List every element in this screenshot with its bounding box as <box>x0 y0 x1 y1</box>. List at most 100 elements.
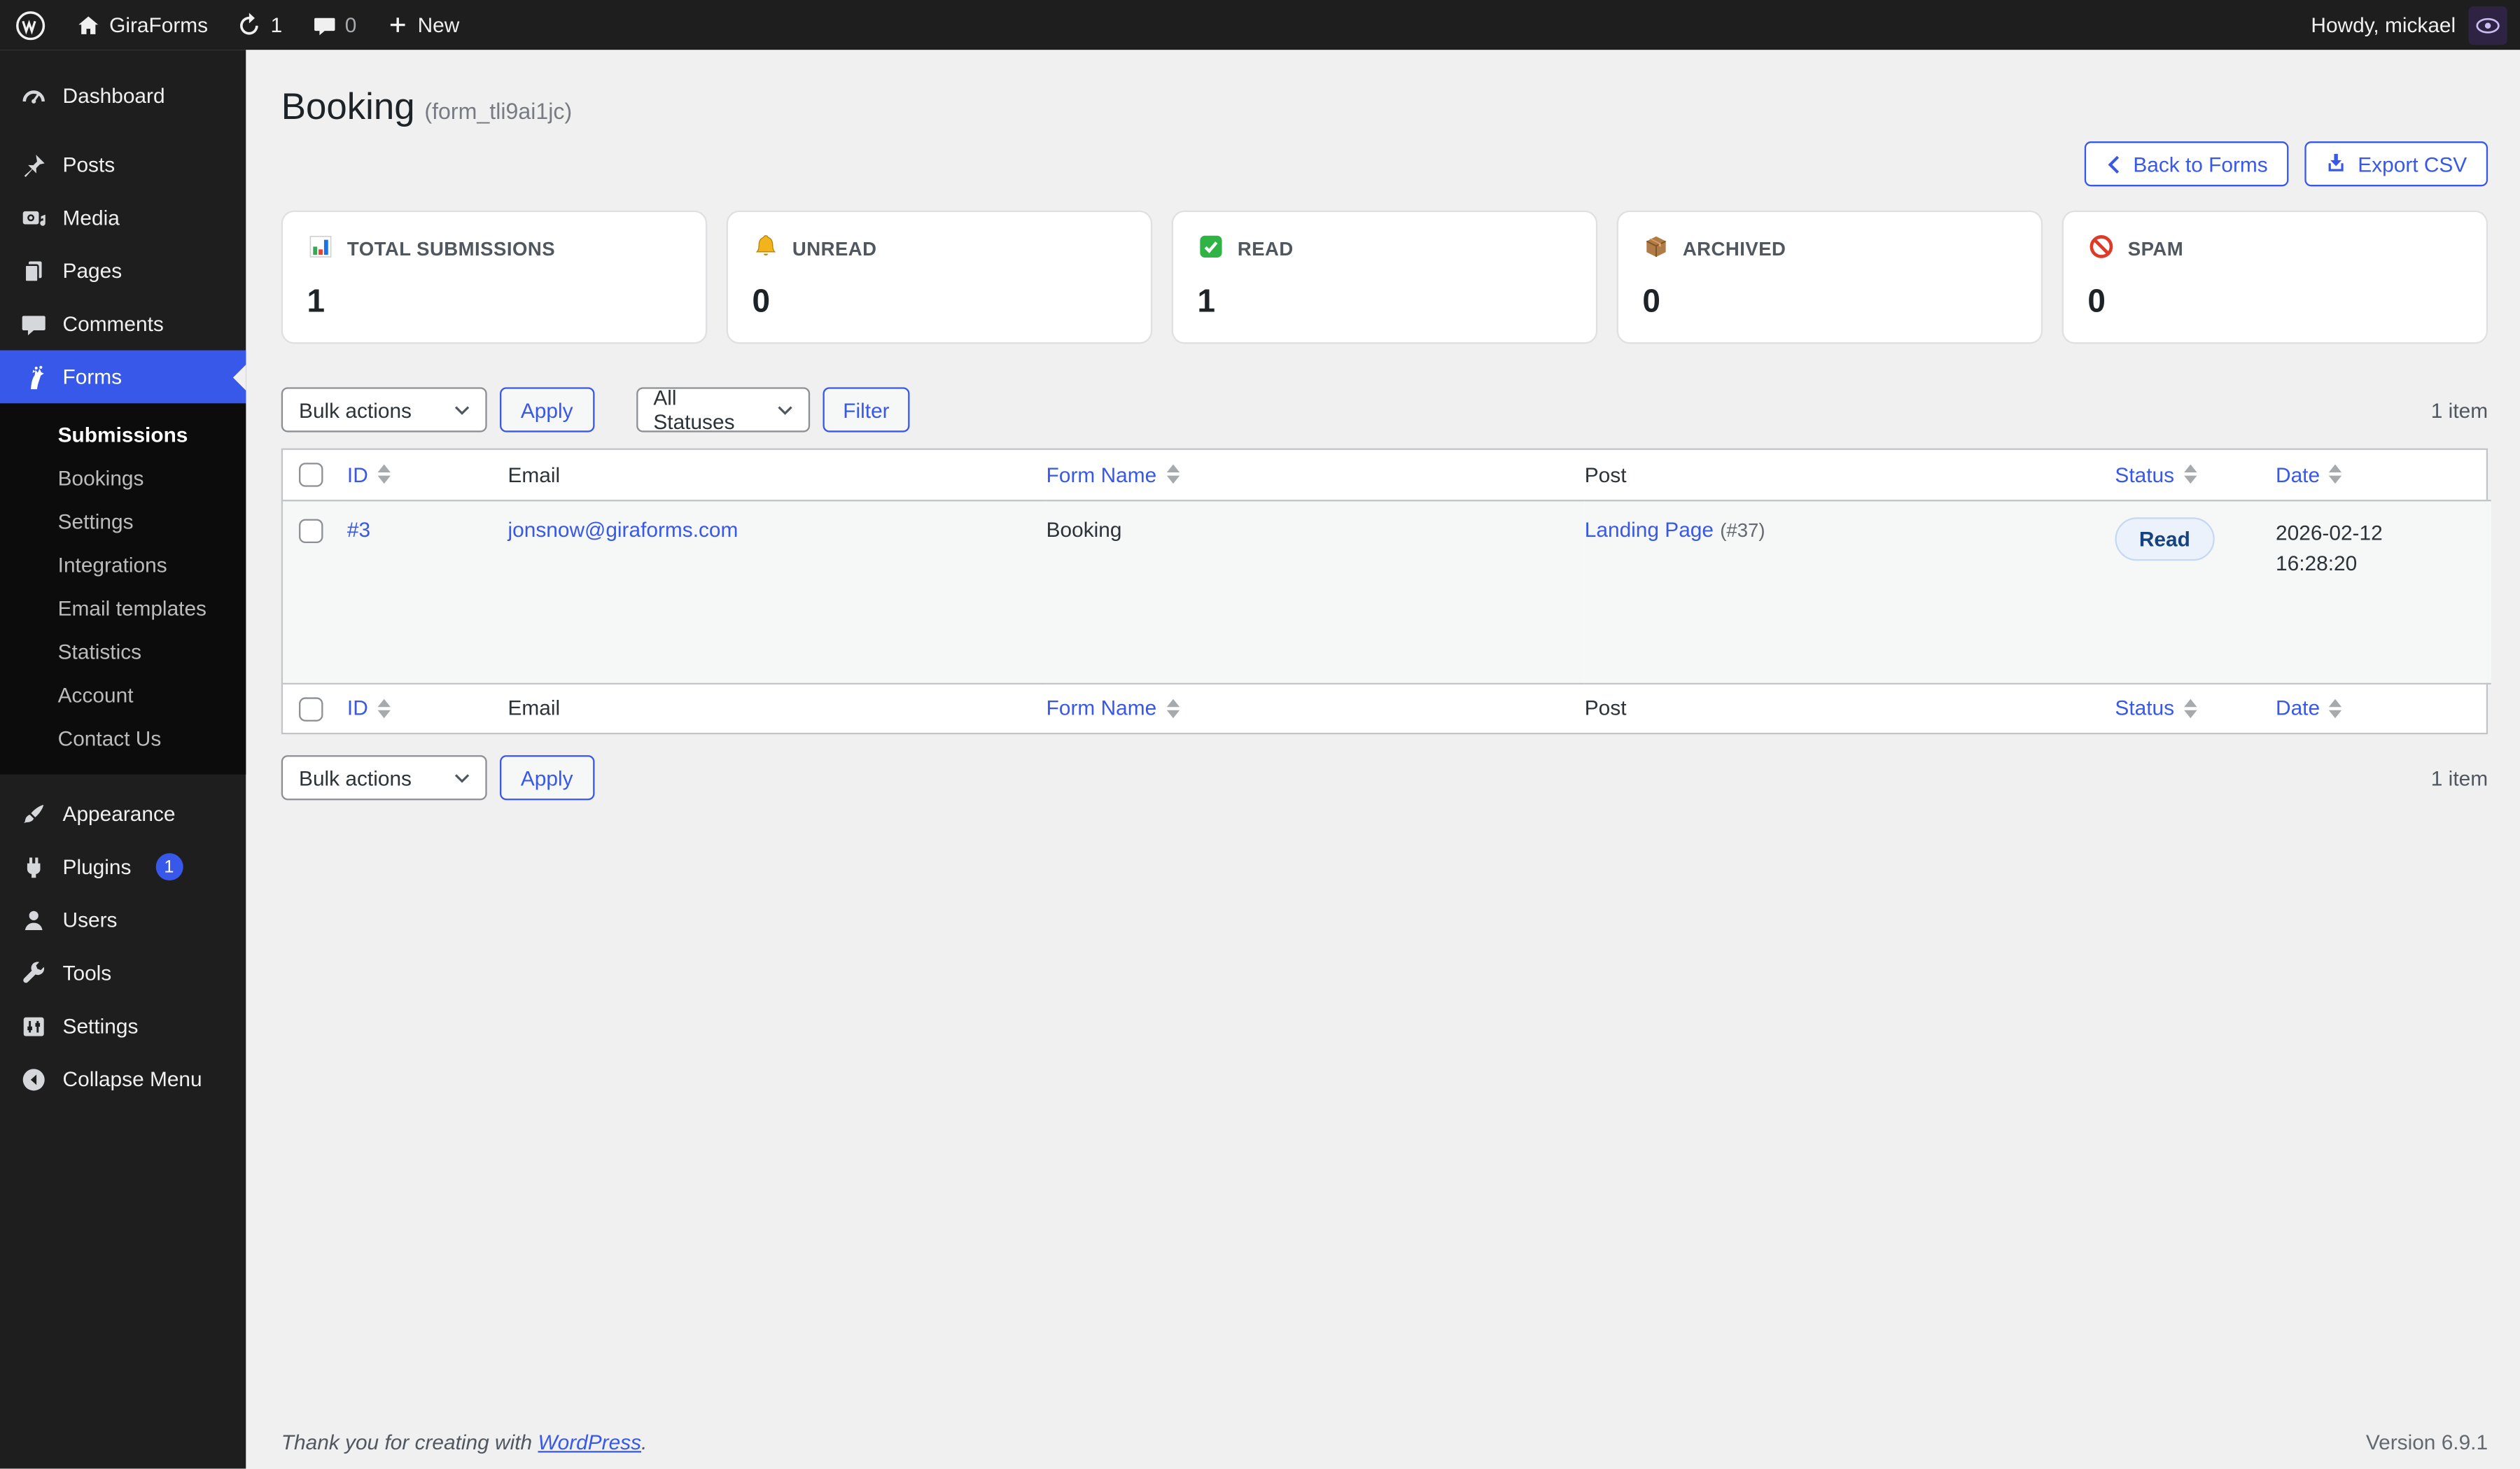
sidebar-item-label: Collapse Menu <box>63 1067 202 1090</box>
bell-icon <box>752 233 779 265</box>
bulk-actions-value: Bulk actions <box>299 398 412 421</box>
sidebar-item-users[interactable]: Users <box>0 894 246 947</box>
back-to-forms-button[interactable]: Back to Forms <box>2085 141 2288 186</box>
sidebar-item-label: Settings <box>63 1014 139 1038</box>
item-count: 1 item <box>2431 766 2488 789</box>
wordpress-link[interactable]: WordPress <box>538 1430 641 1454</box>
sort-by-date[interactable]: Date <box>2276 692 2342 724</box>
submenu-label: Settings <box>58 509 134 533</box>
chevron-down-icon <box>776 404 793 415</box>
status-badge: Read <box>2115 516 2214 560</box>
sidebar-item-dashboard[interactable]: Dashboard <box>0 69 246 122</box>
sort-arrows-icon <box>378 458 391 491</box>
submenu-item-contact-us[interactable]: Contact Us <box>0 717 246 760</box>
submission-form-name: Booking <box>1046 516 1122 540</box>
wrench-icon <box>20 959 48 987</box>
stat-value: 0 <box>752 284 1126 321</box>
back-to-forms-label: Back to Forms <box>2133 152 2267 176</box>
stat-label: TOTAL SUBMISSIONS <box>347 238 555 260</box>
updates-link[interactable]: 1 <box>223 0 297 50</box>
table-footer-row: ID Email Form Name Post Status Date <box>283 683 2491 733</box>
submission-id-link[interactable]: #3 <box>347 516 370 540</box>
sidebar-item-label: Media <box>63 206 120 230</box>
stat-label: SPAM <box>2128 238 2183 260</box>
select-all-checkbox[interactable] <box>299 697 323 721</box>
new-label: New <box>418 13 460 36</box>
submenu-label: Account <box>58 683 134 707</box>
sidebar-item-plugins[interactable]: Plugins 1 <box>0 841 246 894</box>
sort-by-status[interactable]: Status <box>2115 692 2197 724</box>
sort-by-id[interactable]: ID <box>347 458 391 491</box>
submenu-item-statistics[interactable]: Statistics <box>0 630 246 673</box>
date-header-label: Date <box>2276 463 2320 486</box>
wordpress-menu[interactable] <box>0 0 61 50</box>
sidebar-item-forms[interactable]: Forms <box>0 351 246 404</box>
apply-button[interactable]: Apply <box>500 387 594 432</box>
wordpress-admin-page: GiraForms 1 0 New <box>0 0 2520 1468</box>
date-header-label: Date <box>2276 696 2320 720</box>
person-icon <box>20 906 48 934</box>
sort-by-form-name[interactable]: Form Name <box>1046 458 1180 491</box>
account-menu[interactable]: Howdy, mickael <box>2311 6 2520 44</box>
stat-label: ARCHIVED <box>1683 238 1786 260</box>
status-filter-select[interactable]: All Statuses <box>636 387 809 432</box>
stat-card-read: READ 1 <box>1172 211 1597 344</box>
submission-time: 16:28:20 <box>2276 547 2491 578</box>
apply-label: Apply <box>521 398 573 421</box>
chevron-left-icon <box>2106 153 2122 174</box>
version-text: Version 6.9.1 <box>2366 1430 2488 1454</box>
site-name-link[interactable]: GiraForms <box>61 0 222 50</box>
post-id: (#37) <box>1720 518 1765 540</box>
submenu-item-account[interactable]: Account <box>0 673 246 717</box>
row-checkbox[interactable] <box>299 519 323 542</box>
sidebar-item-pages[interactable]: Pages <box>0 244 246 297</box>
form-id: (form_tli9ai1jc) <box>424 98 572 124</box>
sort-arrows-icon <box>2330 692 2342 724</box>
sort-by-id[interactable]: ID <box>347 692 391 724</box>
plus-icon <box>386 13 410 36</box>
email-header: Email <box>508 683 1046 733</box>
sidebar-item-appearance[interactable]: Appearance <box>0 787 246 841</box>
submission-date: 2026-02-12 <box>2276 516 2491 547</box>
comments-link[interactable]: 0 <box>297 0 371 50</box>
sidebar-item-label: Comments <box>63 311 164 335</box>
submenu-item-bookings[interactable]: Bookings <box>0 456 246 500</box>
menu-separator <box>0 775 246 787</box>
collapse-menu-button[interactable]: Collapse Menu <box>0 1053 246 1106</box>
bulk-actions-select[interactable]: Bulk actions <box>281 387 487 432</box>
submenu-item-settings[interactable]: Settings <box>0 500 246 543</box>
stat-value: 0 <box>2087 284 2462 321</box>
new-content-menu[interactable]: New <box>371 0 474 50</box>
submenu-label: Integrations <box>58 553 167 577</box>
select-all-checkbox[interactable] <box>299 463 323 487</box>
bulk-actions-select[interactable]: Bulk actions <box>281 755 487 800</box>
export-csv-button[interactable]: Export CSV <box>2305 141 2488 186</box>
apply-button[interactable]: Apply <box>500 755 594 800</box>
sort-arrows-icon <box>2184 458 2197 491</box>
filter-button[interactable]: Filter <box>822 387 910 432</box>
post-link[interactable]: Landing Page <box>1585 516 1714 540</box>
submenu-item-integrations[interactable]: Integrations <box>0 543 246 586</box>
sort-by-status[interactable]: Status <box>2115 458 2197 491</box>
sidebar-item-tools[interactable]: Tools <box>0 946 246 999</box>
submenu-item-email-templates[interactable]: Email templates <box>0 586 246 630</box>
form-title: Booking <box>281 85 415 127</box>
update-count: 1 <box>271 13 283 36</box>
submission-email-link[interactable]: jonsnow@giraforms.com <box>508 516 738 540</box>
sidebar-item-media[interactable]: Media <box>0 191 246 244</box>
chevron-down-icon <box>453 404 470 415</box>
sliders-icon <box>20 1011 48 1040</box>
sort-arrows-icon <box>1166 458 1179 491</box>
email-header: Email <box>508 450 1046 500</box>
sort-by-date[interactable]: Date <box>2276 458 2342 491</box>
sort-by-form-name[interactable]: Form Name <box>1046 692 1180 724</box>
sidebar-item-comments[interactable]: Comments <box>0 297 246 351</box>
sidebar-item-settings[interactable]: Settings <box>0 999 246 1053</box>
sort-arrows-icon <box>1166 692 1179 724</box>
sidebar-item-label: Plugins <box>63 855 132 878</box>
sidebar-item-posts[interactable]: Posts <box>0 138 246 191</box>
submenu-item-submissions[interactable]: Submissions <box>0 413 246 456</box>
home-icon <box>76 12 102 38</box>
submissions-table: ID Email Form Name Post Status Date #3 j… <box>281 449 2488 735</box>
status-filter-value: All Statuses <box>653 386 760 434</box>
